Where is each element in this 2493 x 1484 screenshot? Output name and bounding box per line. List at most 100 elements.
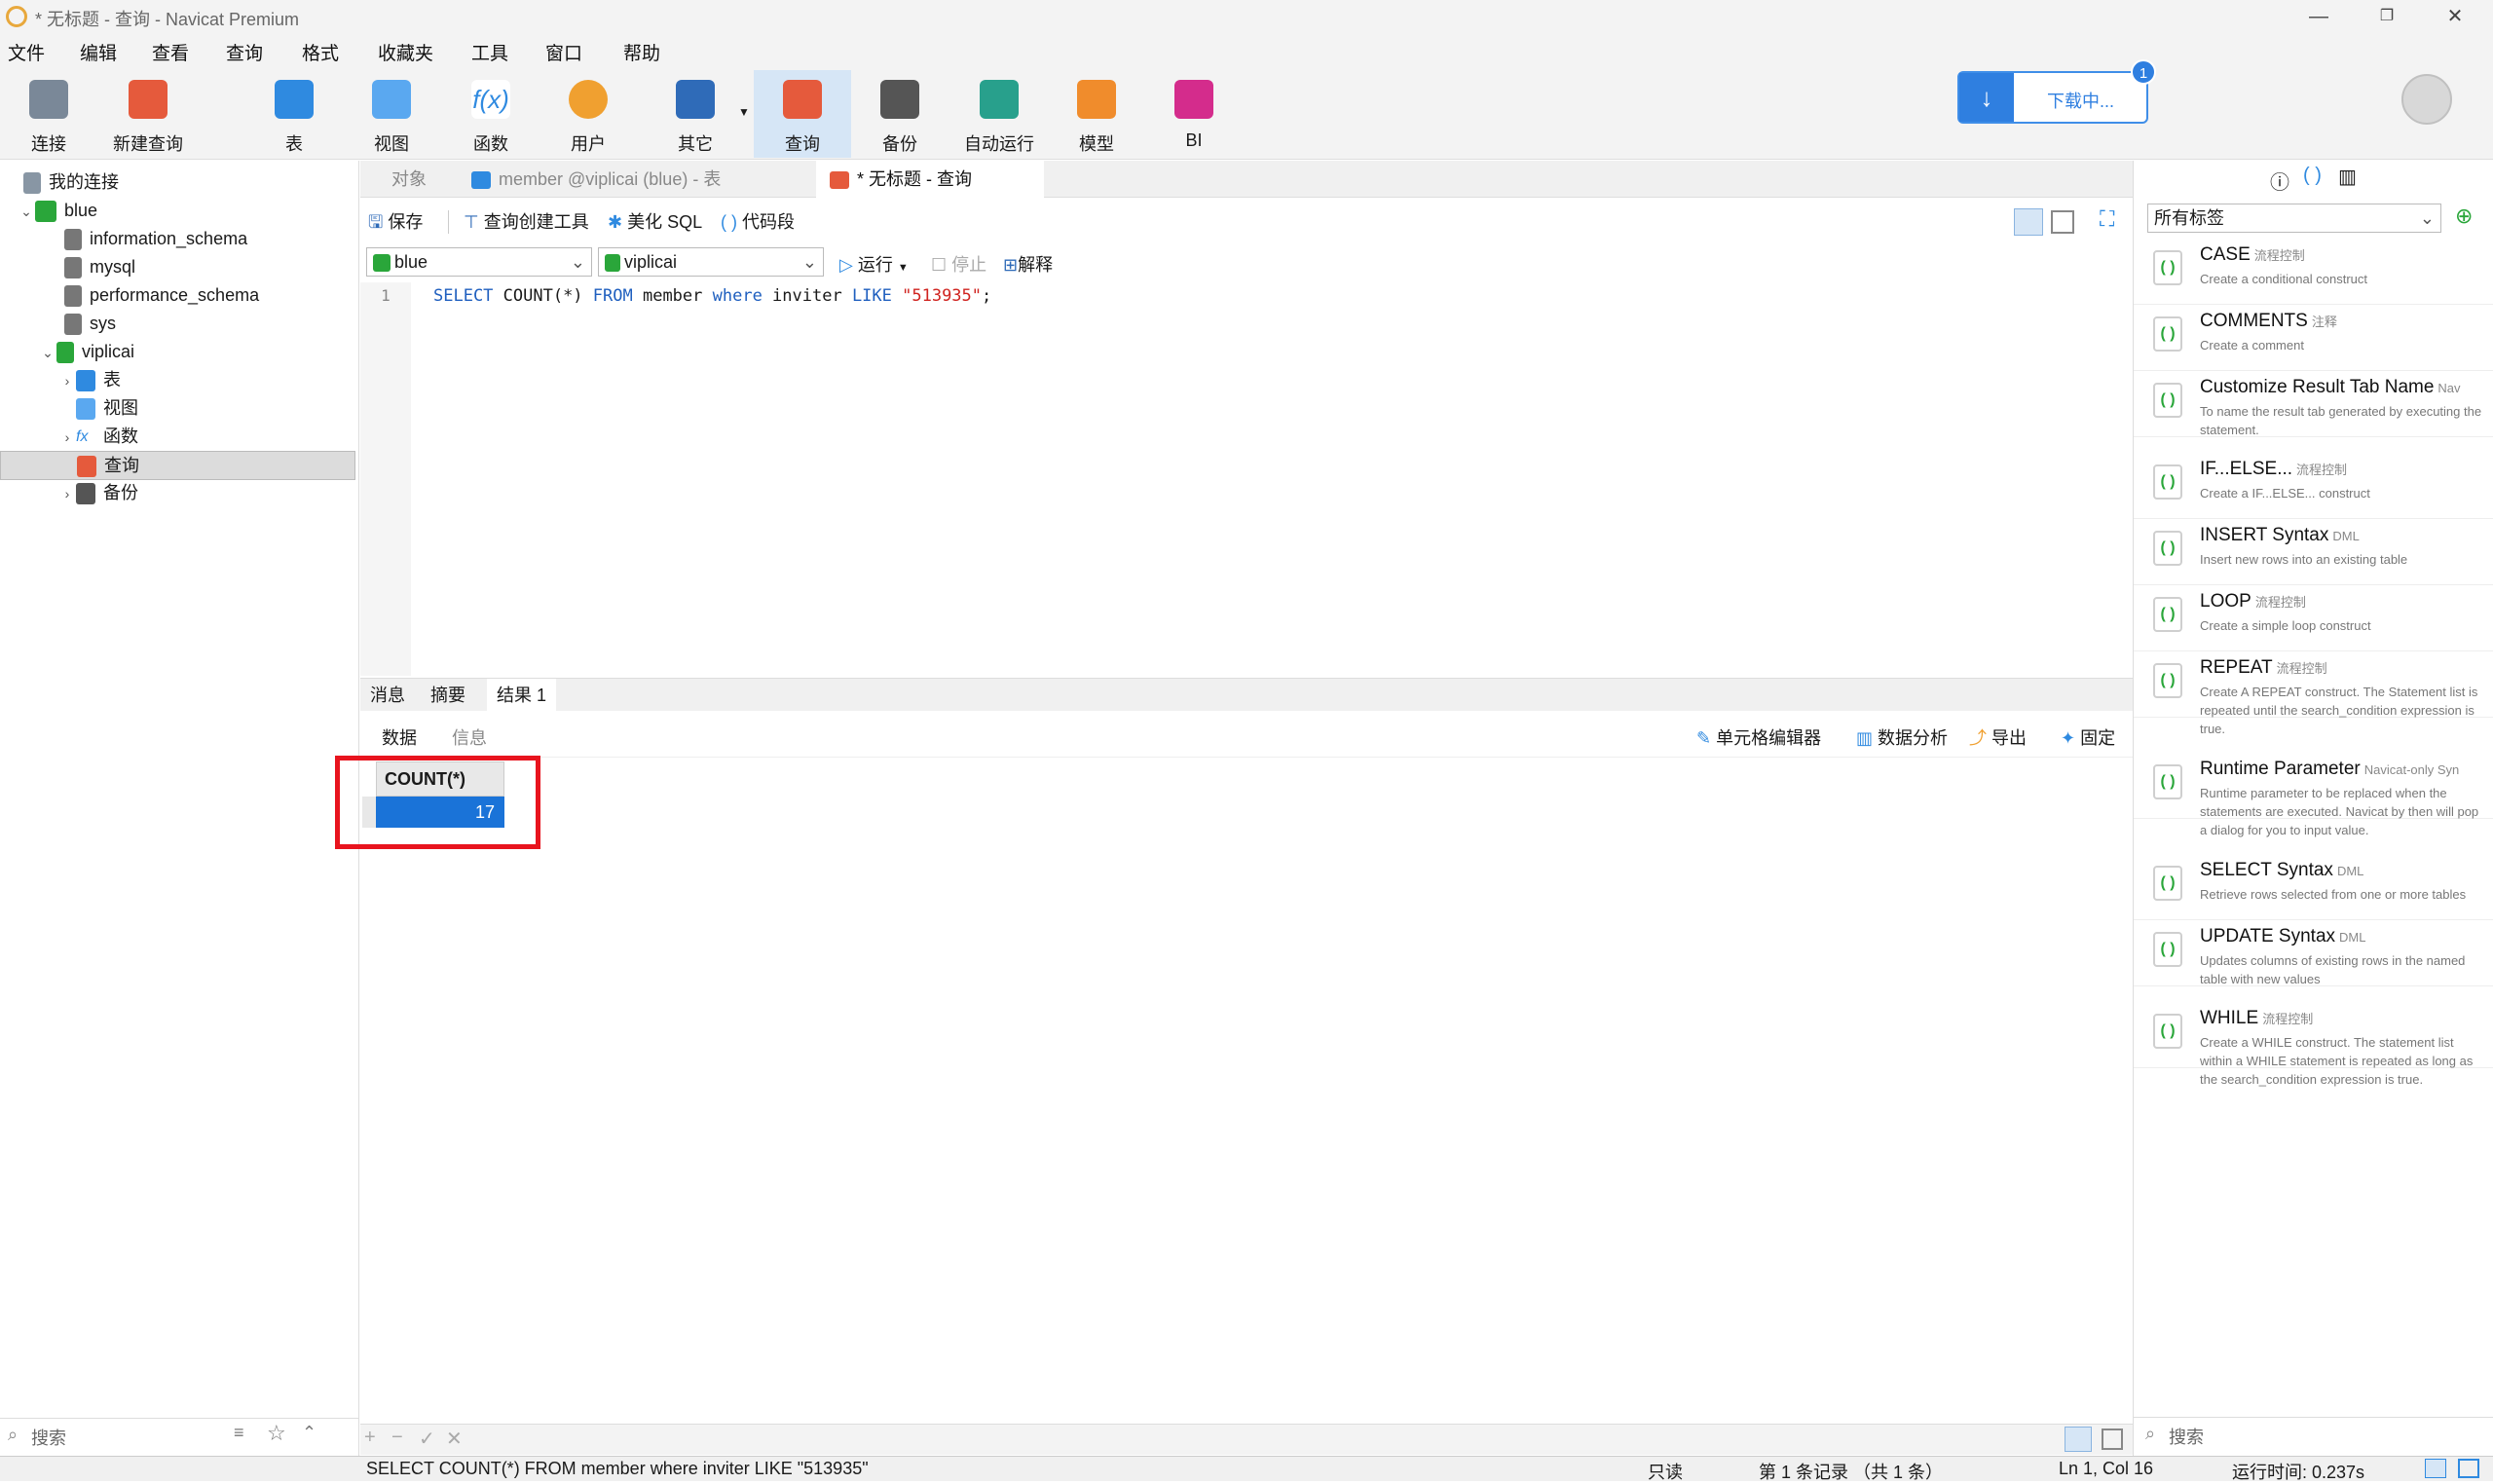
snippet-item[interactable]: ( ) UPDATE Syntax DML Updates columns of ex… [2134, 920, 2493, 986]
stop-button[interactable]: ☐ 停止 [931, 251, 986, 277]
fullscreen-icon[interactable]: ⛶ [2100, 206, 2114, 232]
chevron-down-icon[interactable]: ⌄ [18, 198, 35, 226]
tree-db-mysql[interactable]: mysql [0, 253, 355, 281]
filter-icon[interactable]: ≡ [234, 1423, 244, 1443]
snippet-item[interactable]: ( ) REPEAT 流程控制 Create A REPEAT construct. … [2134, 651, 2493, 736]
tab-info[interactable]: 信息 [452, 724, 487, 750]
tree-functions[interactable]: › fx 函数 [0, 423, 355, 451]
close-button[interactable]: ✕ [2421, 0, 2489, 33]
snippet-panel-icon[interactable]: ( ) [2303, 165, 2322, 187]
connect-button[interactable]: 连接 [2, 70, 95, 158]
tree-db-viplicai[interactable]: ⌄ viplicai [0, 338, 355, 366]
snippet-item[interactable]: ( ) CASE 流程控制 Create a conditional construc… [2134, 239, 2493, 305]
snippet-search-input[interactable]: 搜索 [2169, 1424, 2204, 1449]
panel-toggle-left-icon[interactable] [2425, 1459, 2446, 1478]
connection-select[interactable]: blue ⌄ [366, 247, 592, 277]
code-snippet-button[interactable]: ( ) 代码段 [721, 208, 795, 234]
tree-db-information-schema[interactable]: information_schema [0, 225, 355, 253]
form-view-icon[interactable] [2102, 1428, 2123, 1450]
tree-queries[interactable]: 查询 [0, 451, 355, 480]
maximize-button[interactable]: ❐ [2353, 0, 2421, 33]
tree-my-connections[interactable]: 我的连接 [0, 168, 355, 197]
explain-button[interactable]: ⊞解释 [1003, 251, 1053, 277]
tab-data[interactable]: 数据 [382, 724, 417, 750]
tab-messages[interactable]: 消息 [360, 679, 415, 712]
chevron-right-icon[interactable]: › [58, 424, 76, 452]
delete-row-icon[interactable]: − [391, 1427, 403, 1449]
query-button[interactable]: 查询 [754, 70, 851, 158]
cell-editor-button[interactable]: ✎ 单元格编辑器 [1696, 724, 1821, 750]
view-button[interactable]: 视图 [345, 70, 438, 158]
collapse-icon[interactable]: ⌃ [302, 1423, 316, 1443]
download-button[interactable]: ↓ 下载中... 1 [1957, 59, 2156, 124]
menu-window[interactable]: 窗口 [545, 39, 582, 65]
apply-icon[interactable]: ✓ [419, 1427, 435, 1451]
snippet-item[interactable]: ( ) INSERT Syntax DML Insert new rows into … [2134, 519, 2493, 585]
other-dropdown-icon[interactable]: ▼ [738, 105, 750, 119]
new-query-button[interactable]: 新建查询 [101, 70, 195, 158]
automation-button[interactable]: 自动运行 [950, 70, 1048, 158]
database-select[interactable]: viplicai ⌄ [598, 247, 824, 277]
grid-view-icon[interactable] [2065, 1427, 2092, 1452]
tree-db-sys[interactable]: sys [0, 310, 355, 338]
menu-edit[interactable]: 编辑 [80, 39, 117, 65]
tab-untitled-query[interactable]: * 无标题 - 查询 [816, 161, 1044, 198]
menu-favorites[interactable]: 收藏夹 [378, 39, 433, 65]
user-button[interactable]: 用户 [541, 70, 635, 158]
export-button[interactable]: ⤴ 导出 [1969, 724, 2027, 750]
snippet-tag-filter[interactable]: 所有标签 ⌄ [2147, 204, 2441, 233]
info-icon[interactable]: ⓘ [2270, 167, 2289, 195]
tab-summary[interactable]: 摘要 [421, 679, 475, 712]
chevron-right-icon[interactable]: › [58, 480, 76, 508]
menu-query[interactable]: 查询 [226, 39, 263, 65]
snippet-item[interactable]: ( ) COMMENTS 注释 Create a comment [2134, 305, 2493, 371]
snippet-item[interactable]: ( ) SELECT Syntax DML Retrieve rows selecte… [2134, 854, 2493, 920]
star-icon[interactable]: ☆ [267, 1421, 286, 1446]
tree-db-performance-schema[interactable]: performance_schema [0, 281, 355, 310]
tree-backups[interactable]: › 备份 [0, 479, 355, 507]
chevron-down-icon[interactable]: ⌄ [39, 339, 56, 367]
sql-editor[interactable]: 1 SELECT COUNT(*) FROM member where invi… [360, 282, 2133, 676]
pin-button[interactable]: ✦ 固定 [2061, 724, 2115, 750]
discard-icon[interactable]: ✕ [446, 1427, 463, 1451]
tree-connection-blue[interactable]: ⌄ blue [0, 197, 355, 225]
tree-views[interactable]: 视图 [0, 394, 355, 423]
user-avatar[interactable] [2401, 74, 2452, 125]
snippet-item[interactable]: ( ) IF...ELSE... 流程控制 Create a IF...ELSE...… [2134, 453, 2493, 519]
bi-button[interactable]: BI [1147, 70, 1241, 158]
tree-tables[interactable]: › 表 [0, 366, 355, 394]
split-vertical-icon[interactable] [2051, 210, 2074, 234]
snippet-item[interactable]: ( ) WHILE 流程控制 Create a WHILE construct. Th… [2134, 1002, 2493, 1087]
sql-code-line[interactable]: SELECT COUNT(*) FROM member where invite… [433, 286, 991, 306]
save-button[interactable]: 🖫 保存 [368, 208, 423, 240]
menu-tools[interactable]: 工具 [471, 39, 508, 65]
beautify-sql-button[interactable]: ✱ 美化 SQL [608, 208, 702, 234]
menu-format[interactable]: 格式 [302, 39, 339, 65]
query-builder-button[interactable]: ⊤ 查询创建工具 [464, 208, 589, 234]
split-horizontal-icon[interactable] [2014, 208, 2043, 236]
snippet-item[interactable]: ( ) Customize Result Tab Name Nav To name t… [2134, 371, 2493, 437]
snippet-item[interactable]: ( ) LOOP 流程控制 Create a simple loop construc… [2134, 585, 2493, 651]
model-button[interactable]: 模型 [1050, 70, 1143, 158]
other-button[interactable]: 其它 [649, 70, 742, 158]
navigator-search-input[interactable]: 搜索 [31, 1425, 66, 1450]
menu-view[interactable]: 查看 [152, 39, 189, 65]
data-analysis-button[interactable]: ▥ 数据分析 [1856, 724, 1948, 750]
minimize-button[interactable]: — [2285, 0, 2353, 33]
menu-help[interactable]: 帮助 [623, 39, 660, 65]
tab-member-table[interactable]: member @viplicai (blue) - 表 [458, 161, 808, 198]
chevron-right-icon[interactable]: › [58, 367, 76, 395]
snippet-item[interactable]: ( ) Runtime Parameter Navicat-only Syn Runt… [2134, 753, 2493, 837]
table-button[interactable]: 表 [247, 70, 341, 158]
backup-button[interactable]: 备份 [853, 70, 947, 158]
function-button[interactable]: f(x) 函数 [444, 70, 538, 158]
run-button[interactable]: ▷ 运行 ▼ [839, 251, 909, 277]
function-icon: f(x) [471, 80, 510, 119]
panel-toggle-right-icon[interactable] [2458, 1459, 2479, 1478]
layout-panel-icon[interactable]: ▥ [2338, 165, 2357, 189]
add-row-icon[interactable]: + [364, 1427, 376, 1449]
add-snippet-icon[interactable]: ⊕ [2455, 204, 2473, 229]
tab-result-1[interactable]: 结果 1 [487, 679, 557, 712]
menu-file[interactable]: 文件 [8, 39, 45, 65]
tab-objects[interactable]: 对象 [378, 161, 440, 198]
